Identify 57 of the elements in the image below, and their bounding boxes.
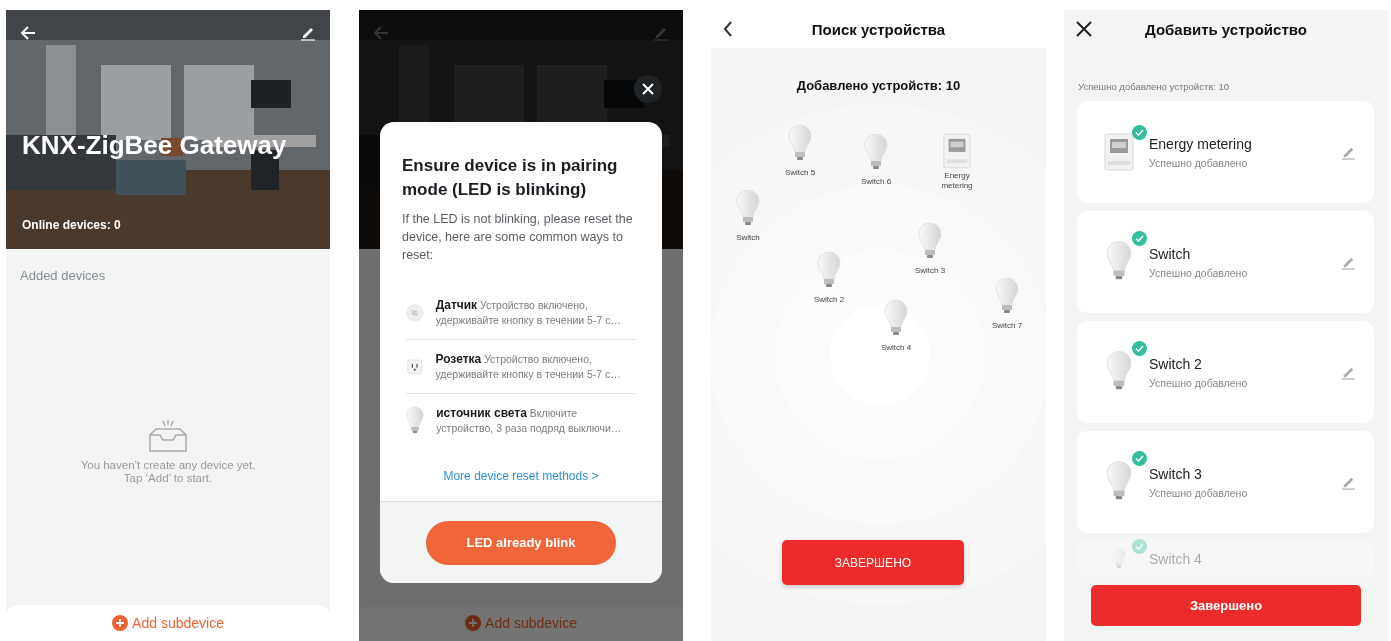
device-label: Switch <box>735 233 761 243</box>
device-name: Switch <box>1149 245 1192 262</box>
empty-tray-icon <box>146 419 190 453</box>
device-card[interactable]: Switch 2 Успешно добавлено <box>1077 321 1374 423</box>
check-badge-icon <box>1132 231 1147 246</box>
energy-meter-icon <box>943 133 971 169</box>
device-card[interactable]: Switch 3 Успешно добавлено <box>1077 431 1374 533</box>
device-name: Energy metering <box>1149 135 1253 152</box>
added-summary: Успешно добавлено устройств: 10 <box>1078 81 1231 92</box>
online-devices-count: Online devices: 0 <box>22 218 121 232</box>
energy-meter-icon <box>1104 133 1134 171</box>
dialog-title: Ensure device is in pairing mode (LED is blinking) <box>402 155 619 201</box>
device-card[interactable]: Switch 4 <box>1077 541 1374 577</box>
device-label: Switch 4 <box>879 343 913 353</box>
led-blink-button[interactable]: LED already blink <box>426 520 616 565</box>
device-card[interactable]: Switch Успешно добавлено <box>1077 211 1374 313</box>
check-badge-icon <box>1132 539 1147 554</box>
device-name: Switch 2 <box>1149 355 1203 372</box>
gateway-title: KNX-ZigBee Gateway <box>22 130 287 161</box>
add-subdevice-button[interactable]: Add subdevice <box>112 615 224 631</box>
light-bulb-icon <box>1112 547 1126 571</box>
devices-added-count: Добавлено устройств: 10 <box>796 78 961 93</box>
section-label: Added devices <box>20 268 107 283</box>
device-label: Switch 2 <box>812 295 846 305</box>
reset-method-text: Датчик Устройство включено, удерживайте кнопку в течении 5-7 с… <box>435 297 622 328</box>
reset-methods-link[interactable]: More device reset methods > <box>443 469 599 483</box>
empty-state-message: You haven’t create any device yet. Tap ‘Add’ to start. <box>80 459 256 485</box>
device-label: Switch 3 <box>913 266 947 276</box>
screen-title: Добавить устройство <box>1145 20 1307 38</box>
back-chevron-icon[interactable] <box>723 21 733 37</box>
device-label: Switch 7 <box>990 321 1024 331</box>
add-subdevice-button[interactable]: Add subdevice <box>465 615 577 631</box>
edit-icon[interactable] <box>300 25 316 41</box>
finish-button[interactable]: ЗАВЕРШЕНО <box>782 540 964 585</box>
device-name: Switch 4 <box>1149 551 1203 567</box>
reset-method-text: Розетка Устройство включено, удерживайте кнопку в течении 5-7 с… <box>435 351 622 382</box>
plus-circle-icon <box>112 615 129 631</box>
reset-method-text: источник света Включите устройство, 3 раза подряд выключи… <box>436 405 623 436</box>
device-label: Switch 6 <box>859 177 893 187</box>
device-status: Успешно добавлено <box>1149 486 1249 499</box>
device-status: Успешно добавлено <box>1149 156 1249 169</box>
device-label: Energy metering <box>940 171 974 191</box>
finish-button[interactable]: Завершено <box>1091 585 1361 626</box>
screen-title: Поиск устройства <box>811 20 946 38</box>
close-icon[interactable] <box>1076 21 1092 37</box>
device-name: Switch 3 <box>1149 465 1203 482</box>
check-badge-icon <box>1132 451 1147 466</box>
check-badge-icon <box>1132 341 1147 356</box>
check-badge-icon <box>1132 125 1147 140</box>
plus-circle-icon <box>465 615 482 631</box>
device-status: Успешно добавлено <box>1149 376 1249 389</box>
device-label: Switch 5 <box>783 168 817 178</box>
close-icon <box>642 83 654 95</box>
light-bulb-icon <box>406 405 425 436</box>
device-card[interactable]: Energy metering Успешно добавлено <box>1077 101 1374 203</box>
dialog-message: If the LED is not blinking, please reset the device, here are some common ways to reset: <box>402 211 634 264</box>
device-status: Успешно добавлено <box>1149 266 1249 279</box>
